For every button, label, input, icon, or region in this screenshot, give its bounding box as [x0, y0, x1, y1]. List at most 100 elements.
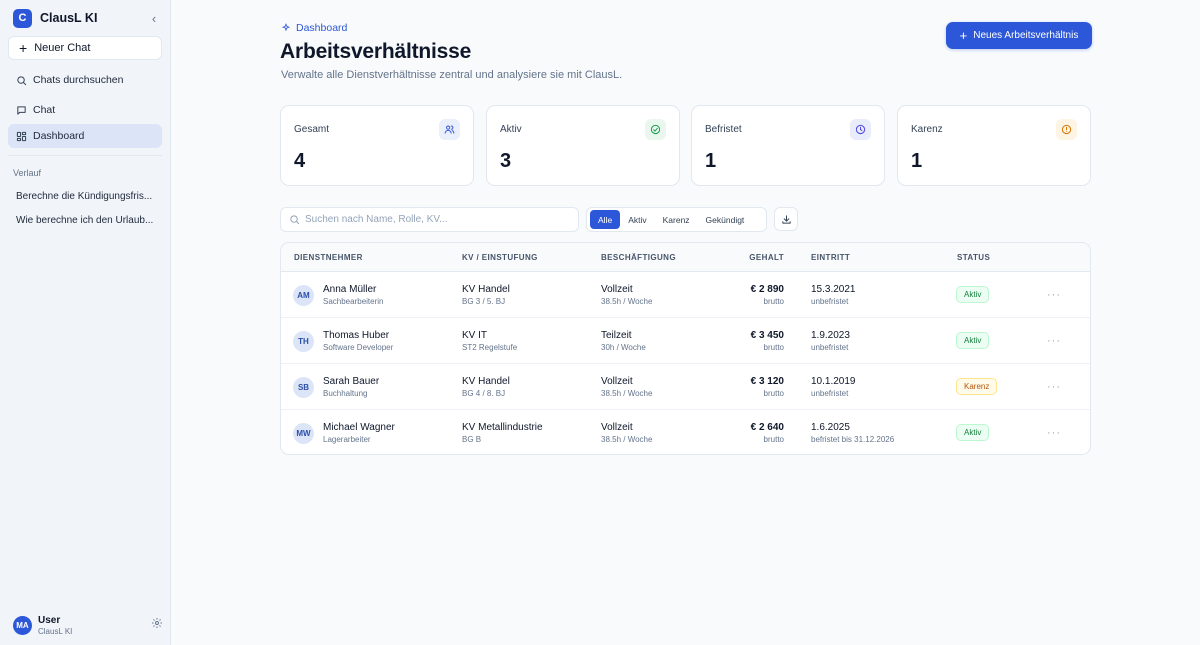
contract-term: befristet bis 31.12.2026 — [811, 435, 895, 444]
employment-hours: 38.5h / Woche — [601, 435, 653, 444]
more-horizontal-icon[interactable]: ··· — [1045, 286, 1063, 303]
more-horizontal-icon[interactable]: ··· — [1045, 378, 1063, 395]
avatar: MA — [13, 615, 32, 635]
stat-label: Befristet — [705, 124, 742, 135]
user-name: User — [38, 614, 61, 626]
brand-logo: C — [13, 8, 32, 28]
salary-note: brutto — [763, 343, 784, 352]
gear-icon[interactable] — [151, 617, 163, 629]
kv-grade: ST2 Regelstufe — [462, 343, 518, 352]
sparkles-icon — [281, 23, 291, 32]
sidebar-item-chat[interactable]: Chat — [8, 98, 162, 122]
history-heading: Verlauf — [13, 168, 42, 178]
stat-card-active: Aktiv 3 — [486, 105, 680, 186]
salary-note: brutto — [763, 297, 784, 306]
search-input[interactable] — [305, 214, 565, 225]
new-chat-label: Neuer Chat — [34, 42, 91, 54]
more-horizontal-icon[interactable]: ··· — [1045, 424, 1063, 441]
employee-role: Lagerarbeiter — [323, 435, 371, 444]
kv-grade: BG 4 / 8. BJ — [462, 389, 506, 398]
filter-terminated[interactable]: Gekündigt — [698, 210, 753, 229]
clock-icon — [850, 119, 871, 140]
download-icon — [781, 214, 791, 224]
employment-type: Vollzeit — [601, 284, 633, 295]
alert-circle-icon — [1056, 119, 1077, 140]
salary-note: brutto — [763, 389, 784, 398]
filter-all[interactable]: Alle — [590, 210, 621, 229]
column-header-employee[interactable]: DIENSTNEHMER — [294, 253, 363, 262]
page-subtitle: Verwalte alle Dienstverhältnisse zentral… — [281, 69, 623, 81]
message-square-icon — [17, 105, 26, 115]
app-window: C ClausL KI ‹ + Neuer Chat Chats durchsu… — [0, 0, 1200, 645]
search-icon — [17, 75, 27, 85]
employee-name: Michael Wagner — [323, 422, 395, 433]
more-horizontal-icon[interactable]: ··· — [1045, 332, 1063, 349]
kv-grade: BG B — [462, 435, 482, 444]
employment-hours: 38.5h / Woche — [601, 297, 653, 306]
export-button[interactable] — [774, 207, 798, 231]
page-title: Arbeitsverhältnisse — [280, 40, 472, 63]
salary-amount: € 3 120 — [750, 376, 784, 387]
stat-label: Gesamt — [294, 124, 330, 135]
entry-date: 10.1.2019 — [811, 376, 856, 387]
user-subtitle: ClausL KI — [38, 626, 73, 636]
sidebar-item-dashboard[interactable]: Dashboard — [8, 124, 162, 148]
search-box[interactable] — [280, 207, 579, 232]
employment-type: Vollzeit — [601, 376, 633, 387]
new-employment-button[interactable]: + Neues Arbeitsverhältnis — [946, 22, 1092, 49]
employment-type: Teilzeit — [601, 330, 632, 341]
sidebar-divider — [8, 155, 162, 156]
kv-name: KV Metallindustrie — [462, 422, 543, 433]
user-profile[interactable]: MA User ClausL KI — [13, 614, 163, 636]
column-header-employment[interactable]: BESCHÄFTIGUNG — [601, 253, 676, 262]
status-filter-group: Alle Aktiv Karenz Gekündigt — [586, 207, 767, 232]
plus-icon: + — [959, 28, 968, 43]
status-badge: Aktiv — [956, 332, 990, 349]
avatar: AM — [293, 285, 314, 306]
sidebar-item-search[interactable]: Chats durchsuchen — [8, 68, 162, 92]
column-header-kv[interactable]: KV / EINSTUFUNG — [462, 253, 538, 262]
stat-label: Karenz — [911, 124, 943, 135]
check-circle-icon — [645, 119, 666, 140]
column-header-salary[interactable]: GEHALT — [721, 253, 784, 262]
filter-leave[interactable]: Karenz — [655, 210, 698, 229]
employment-hours: 38.5h / Woche — [601, 389, 653, 398]
column-header-entry[interactable]: EINTRITT — [811, 253, 850, 262]
main-content: Dashboard Arbeitsverhältnisse Verwalte a… — [171, 0, 1200, 645]
column-header-status[interactable]: STATUS — [957, 253, 990, 262]
sidebar-item-label: Chat — [33, 104, 56, 116]
table-row[interactable]: MW Michael Wagner Lagerarbeiter KV Metal… — [281, 410, 1090, 454]
breadcrumb: Dashboard — [281, 22, 347, 34]
kv-grade: BG 3 / 5. BJ — [462, 297, 506, 306]
users-icon — [439, 119, 460, 140]
layout-grid-icon — [16, 131, 27, 141]
history-item[interactable]: Wie berechne ich den Urlaub... — [16, 215, 162, 226]
kv-name: KV Handel — [462, 284, 510, 295]
kv-name: KV IT — [462, 330, 488, 341]
table-row[interactable]: AM Anna Müller Sachbearbeiterin KV Hande… — [281, 272, 1090, 318]
plus-icon: + — [19, 40, 28, 56]
salary-amount: € 2 890 — [750, 284, 784, 295]
chevron-left-icon[interactable]: ‹ — [145, 8, 163, 28]
filter-active[interactable]: Aktiv — [620, 210, 654, 229]
salary-amount: € 3 450 — [750, 330, 784, 341]
new-employment-label: Neues Arbeitsverhältnis — [973, 30, 1079, 41]
entry-date: 1.6.2025 — [811, 422, 850, 433]
table-row[interactable]: TH Thomas Huber Software Developer KV IT… — [281, 318, 1090, 364]
employment-type: Vollzeit — [601, 422, 633, 433]
contract-term: unbefristet — [811, 297, 849, 306]
sidebar: C ClausL KI ‹ + Neuer Chat Chats durchsu… — [0, 0, 171, 645]
avatar: SB — [293, 377, 314, 398]
employee-role: Sachbearbeiterin — [323, 297, 384, 306]
history-item[interactable]: Berechne die Kündigungsfris... — [16, 191, 162, 202]
stat-value: 1 — [705, 150, 717, 172]
salary-note: brutto — [763, 435, 784, 444]
entry-date: 1.9.2023 — [811, 330, 850, 341]
employee-name: Sarah Bauer — [323, 376, 380, 387]
stat-card-leave: Karenz 1 — [897, 105, 1091, 186]
entry-date: 15.3.2021 — [811, 284, 856, 295]
brand: C ClausL KI ‹ — [13, 8, 163, 28]
table-row[interactable]: SB Sarah Bauer Buchhaltung KV Handel BG … — [281, 364, 1090, 410]
breadcrumb-label[interactable]: Dashboard — [296, 22, 347, 34]
new-chat-button[interactable]: + Neuer Chat — [8, 36, 162, 60]
